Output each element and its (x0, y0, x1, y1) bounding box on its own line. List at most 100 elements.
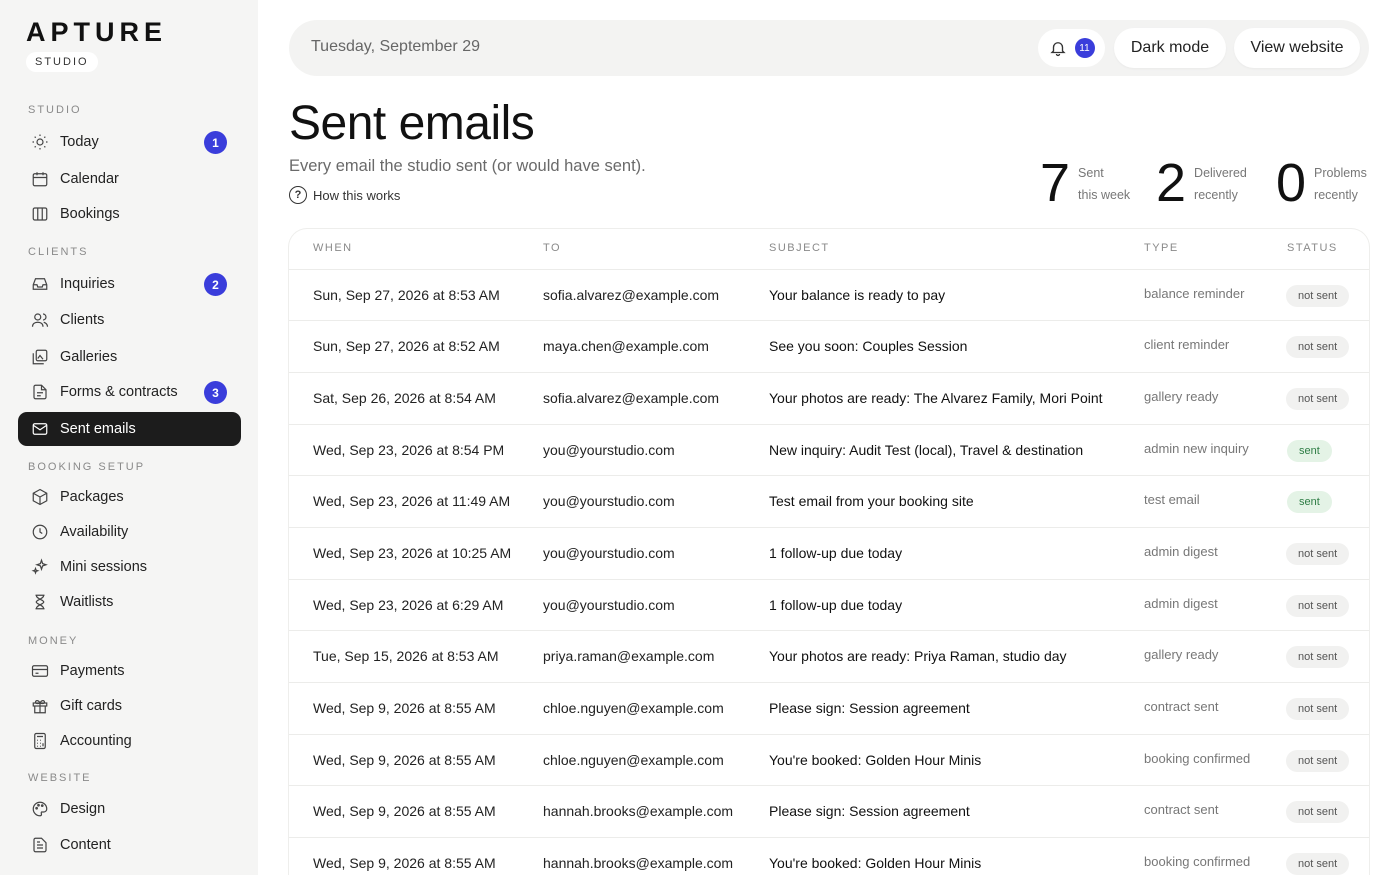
table-row[interactable]: Sun, Sep 27, 2026 at 8:52 AM maya.chen@ex… (289, 320, 1369, 372)
inquiries-count-badge: 2 (204, 273, 227, 296)
cell-subject: Test email from your booking site (769, 493, 974, 509)
sent-emails-table: WHEN TO SUBJECT TYPE STATUS Sun, Sep 27,… (289, 229, 1369, 875)
table-row[interactable]: Sat, Sep 26, 2026 at 8:54 AM sofia.alvare… (289, 372, 1369, 424)
brand-logo[interactable]: APTURE STUDIO (26, 18, 167, 72)
table-row[interactable]: Tue, Sep 15, 2026 at 8:53 AM priya.raman@… (289, 630, 1369, 682)
column-header-when[interactable]: WHEN (313, 242, 353, 254)
sidebar-item-payments[interactable]: Payments (18, 654, 241, 688)
sidebar-item-sent-emails[interactable]: Sent emails (18, 412, 241, 446)
sidebar-item-label: Mini sessions (60, 559, 148, 575)
dark-mode-button[interactable]: Dark mode (1114, 28, 1226, 68)
help-icon: ? (289, 186, 307, 204)
cell-type: gallery ready (1144, 389, 1219, 404)
sidebar-item-label: Availability (60, 524, 129, 540)
cell-to: you@yourstudio.com (543, 442, 675, 458)
page-title: Sent emails (289, 97, 535, 150)
cell-to: maya.chen@example.com (543, 338, 709, 354)
table-row[interactable]: Wed, Sep 9, 2026 at 8:55 AM chloe.nguyen@… (289, 682, 1369, 734)
cell-to: sofia.alvarez@example.com (543, 287, 720, 303)
column-header-status[interactable]: STATUS (1287, 242, 1338, 254)
table-row[interactable]: Wed, Sep 23, 2026 at 10:25 AM you@yourstu… (289, 527, 1369, 579)
cell-when: Wed, Sep 9, 2026 at 8:55 AM (313, 700, 496, 716)
table-row[interactable]: Sun, Sep 27, 2026 at 8:53 AM sofia.alvare… (289, 269, 1369, 321)
sidebar-item-label: Design (60, 801, 106, 817)
status-badge: not sent (1286, 853, 1350, 875)
cell-type: balance reminder (1144, 286, 1245, 301)
status-badge: sent (1287, 491, 1332, 513)
sidebar-item-bookings[interactable]: Bookings (18, 197, 241, 231)
notifications-count-badge: 11 (1074, 38, 1095, 58)
inbox-icon (30, 274, 50, 294)
mail-icon (30, 419, 50, 439)
how-this-works-link[interactable]: ? How this works (289, 186, 400, 204)
cell-to: you@yourstudio.com (543, 493, 675, 509)
sidebar-item-accounting[interactable]: Accounting (18, 724, 241, 758)
cell-when: Wed, Sep 9, 2026 at 8:55 AM (313, 803, 496, 819)
status-badge: not sent (1286, 750, 1350, 772)
cell-type: client reminder (1144, 337, 1230, 352)
cell-to: hannah.brooks@example.com (543, 803, 734, 819)
top-bar: Tuesday, September 29 11 Dark mode View … (289, 20, 1369, 76)
status-badge: not sent (1286, 595, 1350, 617)
cell-when: Wed, Sep 9, 2026 at 8:55 AM (313, 855, 496, 871)
sidebar-item-label: Galleries (60, 349, 118, 365)
sidebar-item-content[interactable]: Content (18, 828, 241, 862)
table-row[interactable]: Wed, Sep 23, 2026 at 11:49 AM you@yourstu… (289, 475, 1369, 527)
nav-section-website: WEBSITE (28, 772, 92, 784)
sidebar-item-clients[interactable]: Clients (18, 303, 241, 337)
clock-icon (30, 522, 50, 542)
sidebar-item-packages[interactable]: Packages (18, 480, 241, 514)
sidebar-item-forms-contracts[interactable]: Forms & contracts 3 (18, 375, 241, 409)
cell-subject: Your balance is ready to pay (769, 287, 946, 303)
cell-when: Sun, Sep 27, 2026 at 8:52 AM (313, 338, 500, 354)
status-badge: not sent (1286, 336, 1350, 358)
nav-section-studio: STUDIO (28, 104, 82, 116)
status-badge: not sent (1286, 801, 1350, 823)
table-row[interactable]: Wed, Sep 9, 2026 at 8:55 AM hannah.brooks… (289, 837, 1369, 875)
sidebar-item-availability[interactable]: Availability (18, 515, 241, 549)
table-row[interactable]: Wed, Sep 23, 2026 at 6:29 AM you@yourstud… (289, 579, 1369, 631)
sidebar-item-label: Gift cards (60, 698, 123, 714)
cell-subject: New inquiry: Audit Test (local), Travel … (769, 442, 1084, 458)
status-badge: sent (1287, 440, 1332, 462)
sidebar-item-calendar[interactable]: Calendar (18, 162, 241, 196)
document-icon (30, 835, 50, 855)
page-subtitle: Every email the studio sent (or would ha… (289, 157, 646, 175)
stat-sent-this-week: 7 Sent this week (1040, 152, 1130, 214)
sidebar-item-label: Packages (60, 489, 124, 505)
cell-type: contract sent (1144, 699, 1219, 714)
stat-value: 2 (1156, 153, 1187, 213)
cell-type: booking confirmed (1144, 854, 1251, 869)
stat-label-line1: Problems (1314, 166, 1367, 180)
calculator-icon (30, 731, 50, 751)
sidebar: APTURE STUDIO STUDIO Today 1 Calendar Bo… (0, 0, 258, 875)
notifications-button[interactable]: 11 (1038, 29, 1105, 67)
table-row[interactable]: Wed, Sep 23, 2026 at 8:54 PM you@yourstud… (289, 424, 1369, 476)
sidebar-item-label: Accounting (60, 733, 132, 749)
status-badge: not sent (1286, 543, 1350, 565)
column-header-subject[interactable]: SUBJECT (769, 242, 830, 254)
table-row[interactable]: Wed, Sep 9, 2026 at 8:55 AM hannah.brooks… (289, 785, 1369, 837)
stat-label-line1: Delivered (1194, 166, 1247, 180)
view-website-button[interactable]: View website (1234, 28, 1360, 68)
stat-delivered-recently: 2 Delivered recently (1156, 152, 1247, 214)
sidebar-item-galleries[interactable]: Galleries (18, 340, 241, 374)
sidebar-item-label: Forms & contracts (60, 384, 178, 400)
sidebar-item-inquiries[interactable]: Inquiries 2 (18, 267, 241, 301)
sidebar-item-mini-sessions[interactable]: Mini sessions (18, 550, 241, 584)
sidebar-item-label: Waitlists (60, 594, 114, 610)
sidebar-item-waitlists[interactable]: Waitlists (18, 585, 241, 619)
column-header-type[interactable]: TYPE (1144, 242, 1179, 254)
sidebar-item-today[interactable]: Today 1 (18, 125, 241, 159)
cell-subject: Your photos are ready: The Alvarez Famil… (769, 390, 1103, 406)
sidebar-item-design[interactable]: Design (18, 792, 241, 826)
cell-when: Wed, Sep 23, 2026 at 6:29 AM (313, 597, 504, 613)
credit-card-icon (30, 661, 50, 681)
column-header-to[interactable]: TO (543, 242, 561, 254)
nav-section-clients: CLIENTS (28, 246, 89, 258)
table-row[interactable]: Wed, Sep 9, 2026 at 8:55 AM chloe.nguyen@… (289, 734, 1369, 786)
sidebar-item-gift-cards[interactable]: Gift cards (18, 689, 241, 723)
cell-subject: You're booked: Golden Hour Minis (769, 752, 982, 768)
stat-label: Delivered recently (1194, 162, 1247, 206)
gift-icon (30, 696, 50, 716)
